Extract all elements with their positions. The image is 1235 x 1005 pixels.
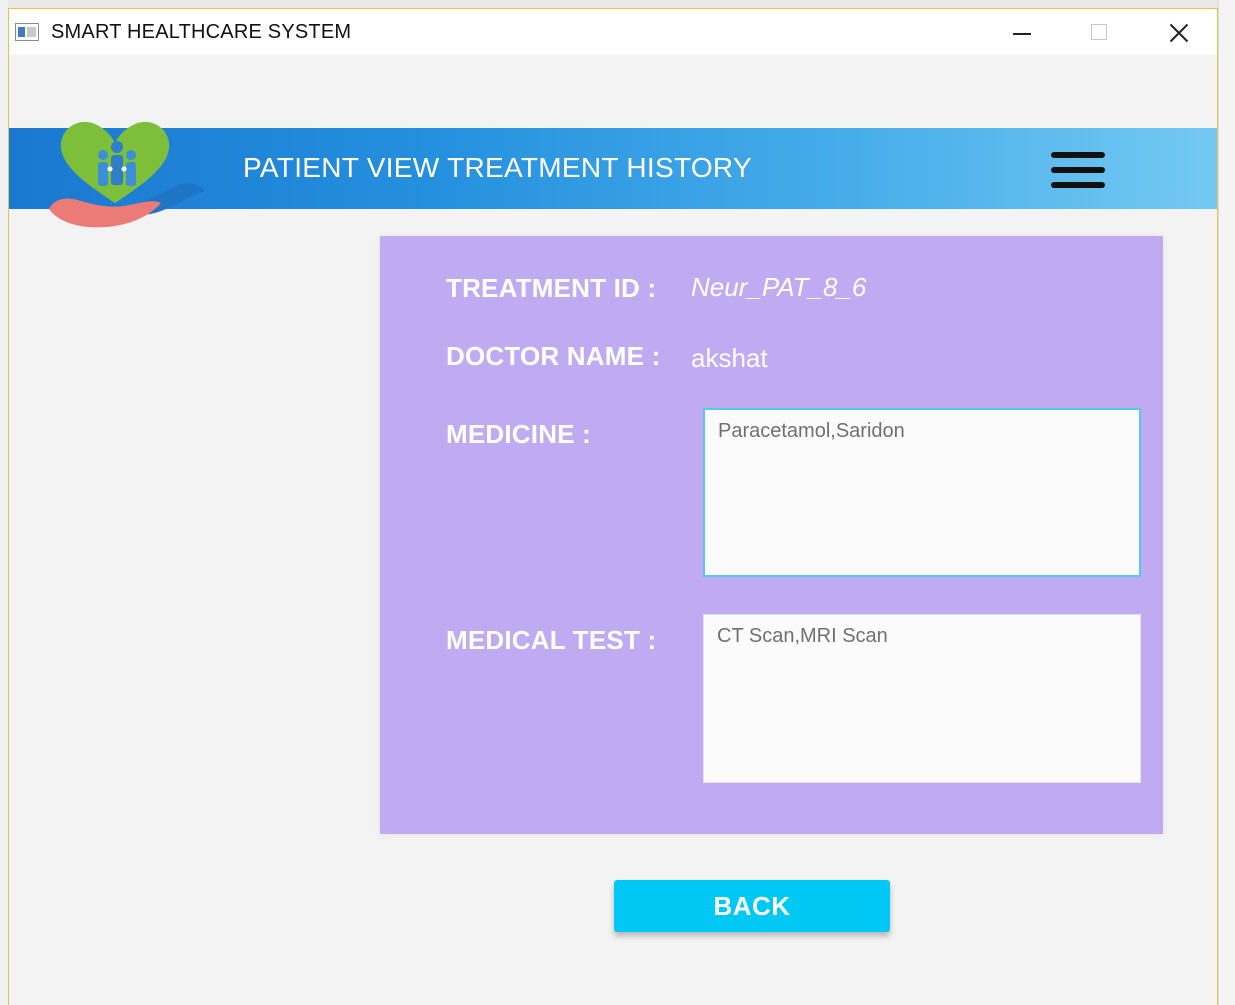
background-window-left [0,0,8,1005]
hamburger-menu-icon[interactable] [1051,152,1105,188]
back-button[interactable]: BACK [614,880,890,932]
app-window: SMART HEALTHCARE SYSTEM PATIENT VIEW TRE… [8,8,1218,1005]
close-button[interactable] [1141,9,1213,55]
medicine-textarea[interactable]: Paracetamol,Saridon [703,408,1141,577]
minimize-button[interactable] [985,9,1057,55]
title-bar[interactable]: SMART HEALTHCARE SYSTEM [9,9,1217,55]
treatment-id-value: Neur_PAT_8_6 [691,272,867,302]
window-title: SMART HEALTHCARE SYSTEM [51,21,352,43]
healthcare-logo-icon [49,121,205,228]
background-window-right [1218,0,1235,1005]
doctor-name-label: DOCTOR NAME : [446,341,661,371]
page-title: PATIENT VIEW TREATMENT HISTORY [243,152,752,183]
treatment-details-panel: TREATMENT ID : Neur_PAT_8_6 DOCTOR NAME … [380,236,1163,834]
treatment-id-label: TREATMENT ID : [446,273,657,303]
maximize-button[interactable] [1063,9,1135,55]
medical-test-label: MEDICAL TEST : [446,625,657,655]
medicine-label: MEDICINE : [446,419,591,449]
doctor-name-value: akshat [691,343,768,373]
medical-test-textarea[interactable]: CT Scan,MRI Scan [703,614,1141,783]
app-window-icon [15,23,39,41]
